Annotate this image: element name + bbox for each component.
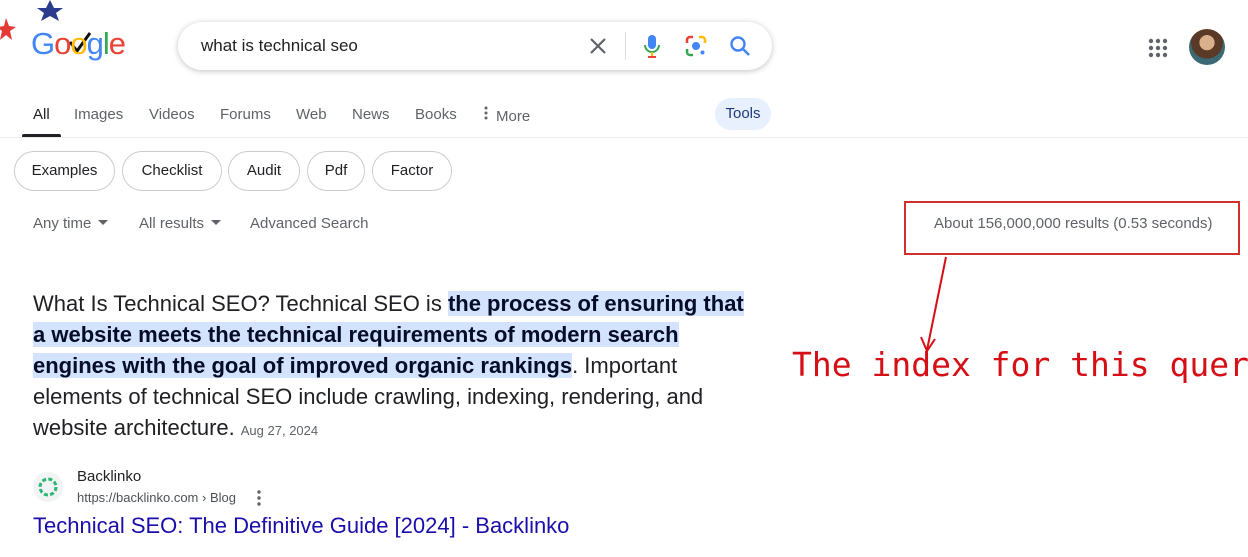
apps-grid-icon[interactable] xyxy=(1146,36,1170,60)
chevron-down-icon xyxy=(211,220,222,225)
results-filter-label: All results xyxy=(139,215,205,232)
result-site-name[interactable]: Backlinko xyxy=(77,468,141,485)
time-filter-dropdown[interactable]: Any time xyxy=(33,215,109,232)
results-filter-dropdown[interactable]: All results xyxy=(139,215,222,232)
tab-forums[interactable]: Forums xyxy=(220,106,271,123)
search-tabs: All Images Videos Forums Web News Books … xyxy=(0,100,1248,138)
camera-lens-icon[interactable] xyxy=(683,33,709,59)
annotation-highlight-box xyxy=(904,201,1240,255)
advanced-search-link[interactable]: Advanced Search xyxy=(250,215,368,232)
tab-images[interactable]: Images xyxy=(74,106,123,123)
tab-more-label: More xyxy=(496,108,531,125)
tools-button[interactable]: Tools xyxy=(715,98,771,130)
search-box[interactable]: what is technical seo xyxy=(178,22,772,70)
tab-all[interactable]: All xyxy=(33,106,50,123)
chip-factor[interactable]: Factor xyxy=(372,151,452,191)
annotation-arrow-icon xyxy=(920,256,947,354)
tab-more[interactable]: More xyxy=(484,106,530,125)
backlinko-logo-icon xyxy=(38,477,58,497)
logo-wordmark: Google xyxy=(31,26,126,61)
featured-snippet: What Is Technical SEO? Technical SEO is … xyxy=(33,288,745,446)
snippet-date: Aug 27, 2024 xyxy=(240,423,319,438)
tab-videos[interactable]: Videos xyxy=(149,106,195,123)
account-avatar[interactable] xyxy=(1189,29,1225,65)
snippet-prefix: What Is Technical SEO? Technical SEO is xyxy=(33,291,448,316)
chip-audit[interactable]: Audit xyxy=(228,151,300,191)
tabs-divider xyxy=(0,137,1248,138)
result-url[interactable]: https://backlinko.com › Blog xyxy=(77,490,236,505)
microphone-icon[interactable] xyxy=(639,33,665,59)
site-favicon[interactable] xyxy=(33,472,63,502)
chip-examples[interactable]: Examples xyxy=(14,151,115,191)
tab-news[interactable]: News xyxy=(352,106,390,123)
tab-books[interactable]: Books xyxy=(415,106,457,123)
result-title-link[interactable]: Technical SEO: The Definitive Guide [202… xyxy=(33,513,569,539)
chip-checklist[interactable]: Checklist xyxy=(122,151,222,191)
more-vert-icon xyxy=(484,106,488,124)
search-input[interactable]: what is technical seo xyxy=(201,36,358,56)
search-icon[interactable] xyxy=(727,33,753,59)
chevron-down-icon xyxy=(98,220,109,225)
annotation-label: The index for this query xyxy=(792,345,1248,384)
google-logo[interactable]: Google xyxy=(0,0,140,75)
search-divider xyxy=(625,32,626,60)
tab-web[interactable]: Web xyxy=(296,106,327,123)
more-options-icon[interactable] xyxy=(254,489,264,507)
time-filter-label: Any time xyxy=(33,215,92,232)
chip-pdf[interactable]: Pdf xyxy=(307,151,365,191)
close-icon[interactable] xyxy=(585,33,611,59)
